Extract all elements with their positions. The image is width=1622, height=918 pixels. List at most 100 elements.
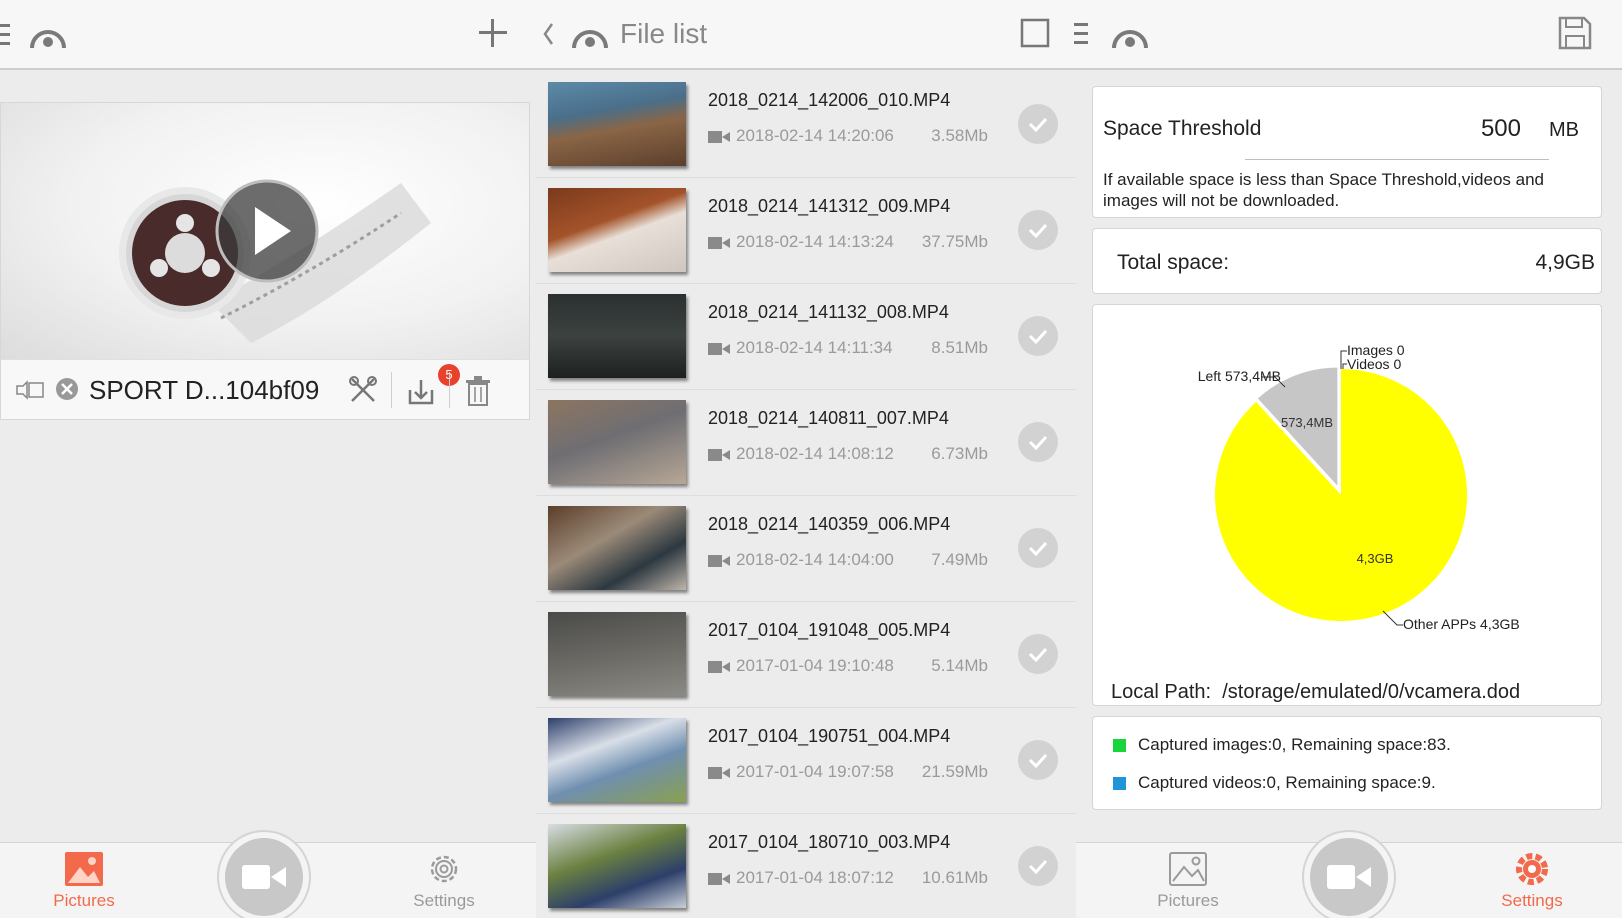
record-button[interactable] xyxy=(1302,830,1396,918)
video-thumbnail[interactable] xyxy=(548,82,686,166)
video-icon xyxy=(708,554,730,573)
gear-icon xyxy=(1512,851,1552,892)
file-date: 2017-01-04 19:10:48 xyxy=(736,656,894,675)
video-camera-icon xyxy=(242,865,286,889)
gear-icon xyxy=(424,851,464,892)
total-space-card: Total space: 4,9GB xyxy=(1092,228,1602,294)
page-title: File list xyxy=(620,18,708,49)
download-icon[interactable] xyxy=(407,378,435,411)
device-icon xyxy=(15,380,45,405)
file-row[interactable]: 2017_0104_180710_003.MP4 2017-01-04 18:0… xyxy=(536,814,1076,918)
device-preview[interactable] xyxy=(1,103,529,359)
nav-settings[interactable]: Settings xyxy=(1452,843,1612,918)
local-path-value: /storage/emulated/0/vcamera.dod xyxy=(1222,681,1521,703)
video-thumbnail[interactable] xyxy=(548,294,686,378)
file-row[interactable]: 2018_0214_140811_007.MP4 2018-02-14 14:0… xyxy=(536,390,1076,496)
record-button[interactable] xyxy=(217,830,311,918)
file-size: 8.51Mb xyxy=(931,338,988,357)
device-card[interactable]: SPORT D...104bf09 5 xyxy=(0,102,530,420)
space-threshold-card: Space Threshold 500 MB If available spac… xyxy=(1092,86,1602,218)
select-check[interactable] xyxy=(1018,210,1058,250)
save-icon[interactable] xyxy=(1558,16,1592,50)
total-space-value: 4,9GB xyxy=(1535,251,1595,274)
captured-videos-text: Captured videos:0, Remaining space:9. xyxy=(1138,773,1436,792)
captured-images-text: Captured images:0, Remaining space:83. xyxy=(1138,735,1451,754)
record-button-inner xyxy=(1310,838,1388,916)
nav-pictures[interactable]: Pictures xyxy=(4,843,164,918)
video-icon xyxy=(708,236,730,255)
file-row[interactable]: 2018_0214_142006_010.MP4 2018-02-14 14:2… xyxy=(536,72,1076,178)
file-row[interactable]: 2018_0214_140359_006.MP4 2018-02-14 14:0… xyxy=(536,496,1076,602)
file-date: 2018-02-14 14:20:06 xyxy=(736,126,894,145)
toolbar-divider xyxy=(449,372,450,408)
pie-label-other-apps: Other APPs 4,3GB xyxy=(1403,616,1520,632)
select-mode-icon[interactable] xyxy=(1020,18,1050,48)
nav-settings[interactable]: Settings xyxy=(364,843,524,918)
space-threshold-description: If available space is less than Space Th… xyxy=(1103,170,1545,210)
file-row[interactable]: 2018_0214_141312_009.MP4 2018-02-14 14:1… xyxy=(536,178,1076,284)
video-thumbnail[interactable] xyxy=(548,188,686,272)
file-size: 7.49Mb xyxy=(931,550,988,569)
storage-chart-card: 4,3GB 573,4MB Images 0 Videos 0 Left 573,4MB… xyxy=(1092,304,1602,706)
tools-icon[interactable] xyxy=(349,376,377,409)
file-list[interactable]: 2018_0214_142006_010.MP4 2018-02-14 14:2… xyxy=(536,72,1076,918)
leader-other-apps xyxy=(1382,610,1403,626)
trash-icon[interactable] xyxy=(465,376,491,411)
select-check[interactable] xyxy=(1018,104,1058,144)
video-thumbnail[interactable] xyxy=(548,612,686,696)
space-threshold-input[interactable]: 500 xyxy=(1405,115,1521,143)
videos-legend-swatch xyxy=(1113,776,1126,790)
file-name: 2018_0214_142006_010.MP4 xyxy=(708,90,951,110)
video-icon xyxy=(708,130,730,149)
file-name: 2018_0214_140359_006.MP4 xyxy=(708,514,951,534)
space-threshold-label: Space Threshold xyxy=(1103,117,1262,140)
nav-pictures[interactable]: Pictures xyxy=(1108,843,1268,918)
toolbar-divider xyxy=(391,372,392,408)
select-check[interactable] xyxy=(1018,316,1058,356)
capture-info-card: Captured images:0, Remaining space:83. C… xyxy=(1092,716,1602,810)
images-legend-swatch xyxy=(1113,738,1126,752)
space-threshold-unit: MB xyxy=(1549,119,1579,141)
file-size: 5.14Mb xyxy=(931,656,988,675)
select-check[interactable] xyxy=(1018,846,1058,886)
pictures-icon xyxy=(1168,851,1208,892)
video-icon xyxy=(708,872,730,891)
device-name: SPORT D...104bf09 xyxy=(89,375,320,405)
device-panel: SPORT D...104bf09 5 xyxy=(0,72,536,918)
file-row[interactable]: 2017_0104_190751_004.MP4 2017-01-04 19:0… xyxy=(536,708,1076,814)
file-date: 2018-02-14 14:08:12 xyxy=(736,444,894,463)
nav-settings-label: Settings xyxy=(413,891,475,910)
select-check[interactable] xyxy=(1018,740,1058,780)
select-check[interactable] xyxy=(1018,422,1058,462)
video-thumbnail[interactable] xyxy=(548,400,686,484)
total-space-label: Total space: xyxy=(1117,251,1230,274)
file-name: 2017_0104_191048_005.MP4 xyxy=(708,620,951,640)
file-size: 3.58Mb xyxy=(931,126,988,145)
local-path: Local Path: /storage/emulated/0/vcamera.… xyxy=(1111,681,1520,704)
menu-icon[interactable] xyxy=(0,22,14,48)
camera-logo-icon xyxy=(570,18,610,52)
menu-icon[interactable] xyxy=(1074,20,1090,48)
pie-label-left: Left 573,4MB xyxy=(1198,368,1281,384)
top-bar: File list xyxy=(0,0,1622,70)
file-name: 2018_0214_141132_008.MP4 xyxy=(708,302,949,322)
video-icon xyxy=(708,342,730,361)
storage-pie-chart: 4,3GB573,4MBImages 0Videos 0Left 573,4MB… xyxy=(1198,342,1520,632)
video-thumbnail[interactable] xyxy=(548,718,686,802)
select-check[interactable] xyxy=(1018,528,1058,568)
file-row[interactable]: 2018_0214_141132_008.MP4 2018-02-14 14:1… xyxy=(536,284,1076,390)
video-icon xyxy=(708,660,730,679)
video-thumbnail[interactable] xyxy=(548,824,686,908)
disconnect-icon[interactable] xyxy=(55,377,79,406)
select-check[interactable] xyxy=(1018,634,1058,674)
video-thumbnail[interactable] xyxy=(548,506,686,590)
file-name: 2017_0104_180710_003.MP4 xyxy=(708,832,951,852)
file-date: 2018-02-14 14:04:00 xyxy=(736,550,894,569)
file-row[interactable]: 2017_0104_191048_005.MP4 2017-01-04 19:1… xyxy=(536,602,1076,708)
file-date: 2018-02-14 14:13:24 xyxy=(736,232,894,251)
back-icon[interactable] xyxy=(540,20,556,48)
pictures-icon xyxy=(64,851,104,892)
pie-label-other-inner: 4,3GB xyxy=(1357,551,1394,566)
camera-logo-icon xyxy=(28,18,68,52)
add-icon[interactable] xyxy=(478,18,508,48)
